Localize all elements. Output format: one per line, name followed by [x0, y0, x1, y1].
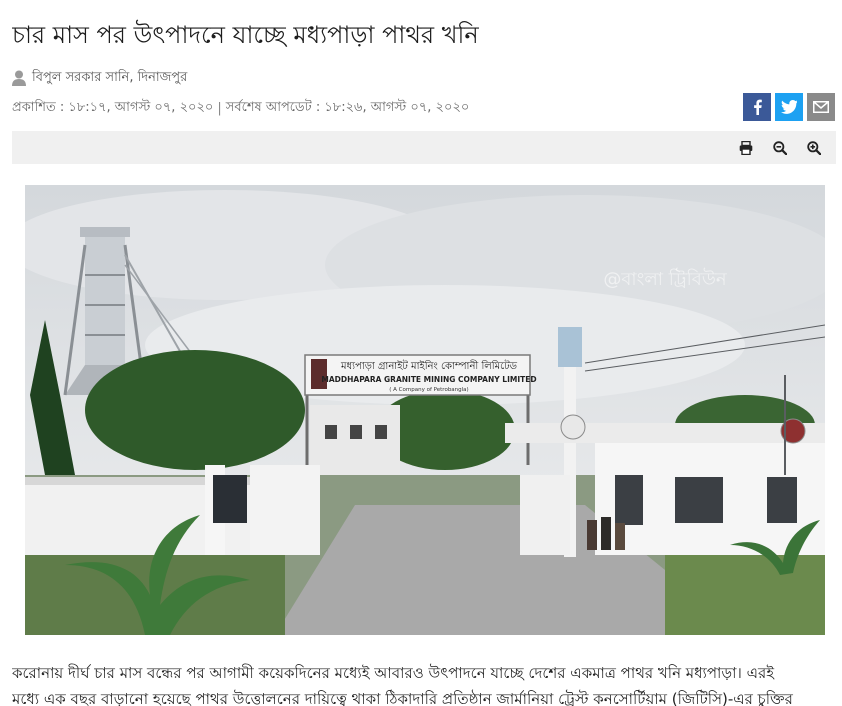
updated-time: সর্বশেষ আপডেট : ১৮:২৬, আগস্ট ০৭, ২০২০ — [225, 99, 470, 115]
zoom-in-icon — [807, 141, 821, 155]
sign-english-text: MADDHAPARA GRANITE MINING COMPANY LIMITE… — [321, 375, 536, 384]
zoom-in-button[interactable] — [804, 138, 824, 158]
sign-bengali-text: মধ্যপাড়া গ্রানাইট মাইনিং কোম্পানী লিমিট… — [340, 359, 518, 372]
article-page: চার মাস পর উৎপাদনে যাচ্ছে মধ্যপাড়া পাথর… — [0, 0, 842, 706]
twitter-share-button[interactable] — [775, 93, 803, 121]
facebook-share-button[interactable] — [743, 93, 771, 121]
article-photo: মধ্যপাড়া গ্রানাইট মাইনিং কোম্পানী লিমিট… — [25, 185, 825, 635]
body-line-1: করোনায় দীর্ঘ চার মাস বন্ধের পর আগামী কয… — [12, 664, 775, 682]
facebook-icon — [754, 99, 762, 115]
print-button[interactable] — [736, 138, 756, 158]
twitter-icon — [781, 100, 797, 114]
byline: বিপুল সরকার সানি, দিনাজপুর — [12, 67, 187, 89]
zoom-out-button[interactable] — [770, 138, 790, 158]
share-buttons — [743, 93, 835, 121]
article-body: করোনায় দীর্ঘ চার মাস বন্ধের পর আগামী কয… — [12, 660, 838, 706]
sign-subtitle-text: ( A Company of Petrobangla) — [389, 387, 468, 393]
date-separator: | — [217, 100, 222, 116]
email-share-button[interactable] — [807, 93, 835, 121]
author-name[interactable]: বিপুল সরকার সানি, দিনাজপুর — [32, 68, 187, 89]
zoom-out-icon — [773, 141, 787, 155]
print-icon — [739, 141, 753, 155]
body-line-2: মধ্যে এক বছর বাড়ানো হয়েছে পাথর উত্তোলন… — [12, 690, 793, 706]
dateline: প্রকাশিত : ১৮:১৭, আগস্ট ০৭, ২০২০ | সর্বশ… — [12, 97, 469, 119]
user-icon — [12, 70, 26, 86]
article-toolbar — [12, 131, 836, 164]
article-headline: চার মাস পর উৎপাদনে যাচ্ছে মধ্যপাড়া পাথর… — [12, 21, 479, 49]
published-time: প্রকাশিত : ১৮:১৭, আগস্ট ০৭, ২০২০ — [12, 99, 214, 115]
photo-watermark: @বাংলা ট্রিবিউন — [603, 268, 726, 290]
email-icon — [813, 101, 829, 113]
